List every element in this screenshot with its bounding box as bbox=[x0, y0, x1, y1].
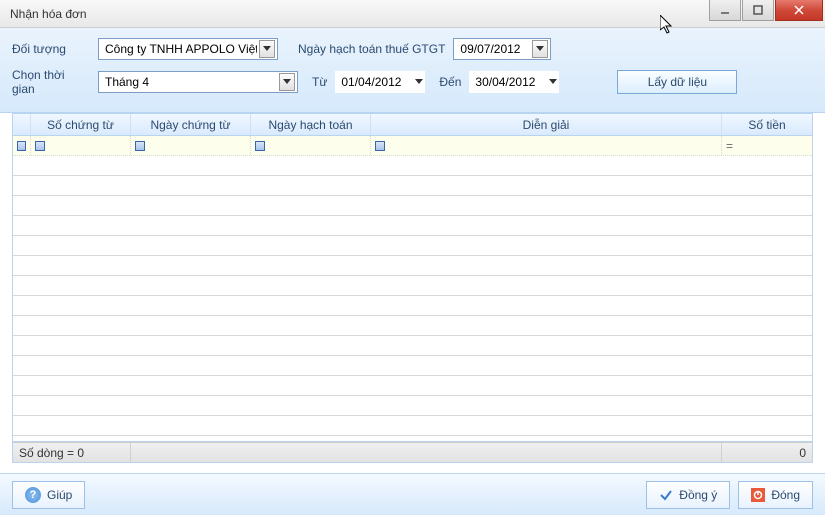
chon-thoi-gian-combo[interactable]: Tháng 4 bbox=[98, 71, 298, 93]
close-icon bbox=[794, 5, 804, 15]
row-count: Số dòng = 0 bbox=[13, 443, 131, 462]
col-so-chung-tu[interactable]: Số chứng từ bbox=[31, 114, 131, 135]
filter-sct[interactable] bbox=[31, 136, 131, 155]
den-value: 30/04/2012 bbox=[475, 75, 545, 89]
doi-tuong-label: Đối tượng bbox=[12, 42, 90, 56]
dropdown-icon bbox=[415, 79, 423, 85]
col-dien-giai[interactable]: Diễn giải bbox=[371, 114, 722, 135]
maximize-icon bbox=[753, 5, 763, 15]
doi-tuong-combo[interactable]: Công ty TNHH APPOLO Việt Na bbox=[98, 38, 278, 60]
titlebar: Nhận hóa đơn bbox=[0, 0, 825, 28]
equals-icon: = bbox=[726, 139, 733, 153]
filter-icon bbox=[17, 141, 26, 151]
data-grid: Số chứng từ Ngày chứng từ Ngày hạch toán… bbox=[12, 113, 813, 463]
filter-row: = bbox=[13, 136, 812, 156]
lay-du-lieu-button[interactable]: Lấy dữ liệu bbox=[617, 70, 737, 94]
bottom-bar: ? Giúp Đồng ý Đóng bbox=[0, 473, 825, 515]
filter-icon bbox=[255, 141, 265, 151]
col-corner bbox=[13, 114, 31, 135]
close-window-button[interactable] bbox=[775, 0, 823, 21]
help-button[interactable]: ? Giúp bbox=[12, 481, 85, 509]
ngay-hach-toan-value: 09/07/2012 bbox=[460, 42, 530, 56]
col-so-tien[interactable]: Số tiền bbox=[722, 114, 812, 135]
dropdown-icon bbox=[279, 73, 295, 91]
maximize-button[interactable] bbox=[742, 0, 774, 21]
ok-label: Đồng ý bbox=[679, 488, 717, 502]
ngay-hach-toan-input[interactable]: 09/07/2012 bbox=[453, 38, 551, 60]
tu-label: Từ bbox=[312, 75, 327, 89]
help-icon: ? bbox=[25, 487, 41, 503]
doi-tuong-value: Công ty TNHH APPOLO Việt Na bbox=[105, 42, 257, 56]
tu-date-input[interactable]: 01/04/2012 bbox=[335, 71, 425, 93]
filter-icon bbox=[35, 141, 45, 151]
filter-icon bbox=[135, 141, 145, 151]
power-icon bbox=[751, 488, 765, 502]
window-title: Nhận hóa đơn bbox=[10, 7, 87, 21]
filter-checkbox-cell[interactable] bbox=[13, 136, 31, 155]
grid-lines bbox=[13, 156, 812, 441]
tu-value: 01/04/2012 bbox=[341, 75, 411, 89]
close-button[interactable]: Đóng bbox=[738, 481, 813, 509]
col-ngay-chung-tu[interactable]: Ngày chứng từ bbox=[131, 114, 251, 135]
ok-button[interactable]: Đồng ý bbox=[646, 481, 730, 509]
footer-sum: 0 bbox=[722, 443, 812, 462]
den-date-input[interactable]: 30/04/2012 bbox=[469, 71, 559, 93]
col-ngay-hach-toan[interactable]: Ngày hạch toán bbox=[251, 114, 371, 135]
den-label: Đến bbox=[439, 75, 461, 89]
chon-thoi-gian-label: Chọn thời gian bbox=[12, 68, 90, 96]
filter-st[interactable]: = bbox=[722, 136, 812, 155]
check-icon bbox=[659, 488, 673, 502]
dropdown-icon bbox=[532, 40, 548, 58]
grid-header: Số chứng từ Ngày chứng từ Ngày hạch toán… bbox=[13, 114, 812, 136]
grid-footer: Số dòng = 0 0 bbox=[13, 442, 812, 462]
chon-thoi-gian-value: Tháng 4 bbox=[105, 75, 277, 89]
minimize-button[interactable] bbox=[709, 0, 741, 21]
window: Nhận hóa đơn Đối tượng Công ty TNHH APPO… bbox=[0, 0, 825, 515]
filter-nht[interactable] bbox=[251, 136, 371, 155]
filter-nct[interactable] bbox=[131, 136, 251, 155]
dropdown-icon bbox=[549, 79, 557, 85]
form-area: Đối tượng Công ty TNHH APPOLO Việt Na Ng… bbox=[0, 28, 825, 113]
ngay-hach-toan-label: Ngày hạch toán thuế GTGT bbox=[298, 42, 445, 56]
grid-body[interactable]: = bbox=[13, 136, 812, 442]
window-controls bbox=[709, 0, 823, 21]
grid-wrap: Số chứng từ Ngày chứng từ Ngày hạch toán… bbox=[0, 113, 825, 463]
minimize-icon bbox=[720, 5, 730, 15]
filter-dg[interactable] bbox=[371, 136, 722, 155]
close-label: Đóng bbox=[771, 488, 800, 502]
footer-mid bbox=[131, 443, 722, 462]
help-label: Giúp bbox=[47, 488, 72, 502]
filter-icon bbox=[375, 141, 385, 151]
dropdown-icon bbox=[259, 40, 275, 58]
